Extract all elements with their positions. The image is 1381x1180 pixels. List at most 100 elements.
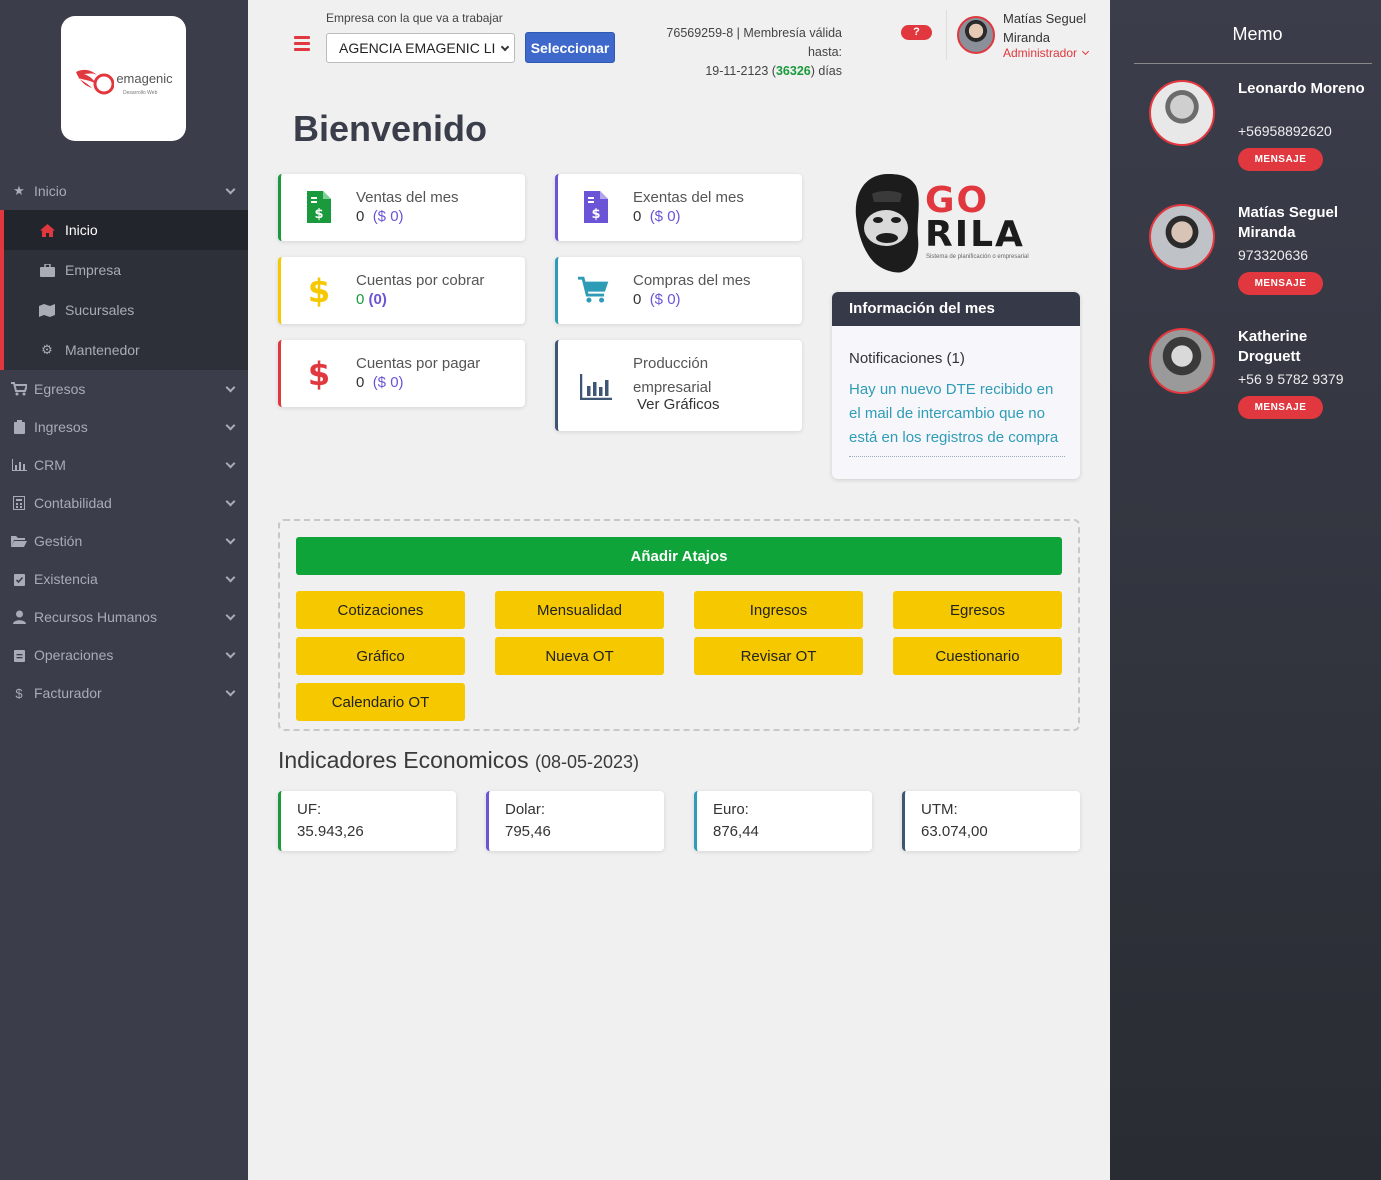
- shortcut-cotizaciones[interactable]: Cotizaciones: [296, 591, 465, 629]
- sidebar-subitem-inicio[interactable]: Inicio: [4, 210, 248, 250]
- top-header: Empresa con la que va a trabajar AGENCIA…: [248, 0, 1110, 90]
- sidebar-item-label: CRM: [34, 457, 66, 473]
- card-value: 0 (0): [356, 291, 387, 308]
- user-role: Administrador: [1003, 46, 1078, 60]
- sidebar-item-contabilidad[interactable]: Contabilidad: [0, 484, 248, 522]
- logo-subtitle: Desarrollo Web: [123, 90, 158, 96]
- card-count: 0: [356, 291, 365, 308]
- card-compras[interactable]: Compras del mes 0 ($ 0): [555, 257, 802, 324]
- shortcut-egresos[interactable]: Egresos: [893, 591, 1062, 629]
- view-charts-link[interactable]: Ver Gráficos: [637, 396, 720, 413]
- indicator-utm: UTM: 63.074,00: [902, 791, 1080, 851]
- shortcut-nueva-ot[interactable]: Nueva OT: [495, 637, 664, 675]
- card-title: Producción empresarial: [633, 355, 712, 396]
- card-amount: ($ 0): [649, 208, 681, 225]
- help-button[interactable]: ?: [901, 25, 932, 40]
- contact-card: Katherine Droguett +56 9 5782 9379 MENSA…: [1110, 328, 1381, 438]
- message-button[interactable]: MENSAJE: [1238, 396, 1323, 419]
- contact-phone: +56958892620: [1238, 123, 1332, 139]
- sidebar-item-operaciones[interactable]: Operaciones: [0, 636, 248, 674]
- contact-avatar[interactable]: [1149, 204, 1215, 270]
- card-produccion[interactable]: Producción empresarial Ver Gráficos: [555, 340, 802, 431]
- chevron-down-icon: [225, 458, 236, 469]
- menu-toggle-icon[interactable]: [294, 36, 310, 54]
- shortcut-grafico[interactable]: Gráfico: [296, 637, 465, 675]
- shortcut-cuestionario[interactable]: Cuestionario: [893, 637, 1062, 675]
- card-amount: ($ 0): [372, 374, 404, 391]
- invoice-icon: $: [580, 190, 612, 224]
- gorila-logo: GO RILA Sistema de planificación o empre…: [852, 172, 1062, 280]
- chevron-down-icon: [225, 610, 236, 621]
- contact-card: Matías Seguel Miranda 973320636 MENSAJE: [1110, 204, 1381, 314]
- contact-avatar[interactable]: [1149, 80, 1215, 146]
- card-amount: ($ 0): [649, 291, 681, 308]
- contact-avatar[interactable]: [1149, 328, 1215, 394]
- sidebar-item-recursos-humanos[interactable]: Recursos Humanos: [0, 598, 248, 636]
- add-shortcuts-button[interactable]: Añadir Atajos: [296, 537, 1062, 575]
- clipboard-check-icon: [10, 572, 28, 586]
- company-select-value: AGENCIA EMAGENIC LI: [339, 40, 496, 56]
- sidebar-item-facturador[interactable]: $ Facturador: [0, 674, 248, 712]
- card-value: 0 ($ 0): [633, 208, 681, 225]
- sidebar-subitem-empresa[interactable]: Empresa: [4, 250, 248, 290]
- sidebar-subitem-label: Empresa: [65, 262, 122, 278]
- sidebar-subitem-label: Mantenedor: [65, 342, 140, 358]
- cart-icon: [578, 273, 610, 307]
- sidebar-subitem-mantenedor[interactable]: ⚙ Mantenedor: [4, 330, 248, 370]
- sidebar-item-egresos[interactable]: Egresos: [0, 370, 248, 408]
- sidebar-item-label: Facturador: [34, 685, 102, 701]
- chevron-down-icon: [225, 534, 236, 545]
- indicators-date: (08-05-2023): [534, 752, 640, 772]
- svg-text:$: $: [591, 207, 600, 222]
- shortcut-mensualidad[interactable]: Mensualidad: [495, 591, 664, 629]
- card-title: Compras del mes: [633, 272, 751, 289]
- company-select[interactable]: AGENCIA EMAGENIC LI: [326, 33, 515, 63]
- sidebar: emagenic Desarrollo Web ★ Inicio Inicio …: [0, 0, 248, 1180]
- message-button[interactable]: MENSAJE: [1238, 272, 1323, 295]
- user-name[interactable]: Matías Seguel Miranda: [1003, 9, 1098, 47]
- sidebar-subitem-sucursales[interactable]: Sucursales: [4, 290, 248, 330]
- contact-name: Matías Seguel Miranda: [1238, 204, 1339, 241]
- user-avatar[interactable]: [957, 16, 995, 54]
- company-logo[interactable]: emagenic Desarrollo Web: [61, 16, 186, 141]
- card-exentas[interactable]: $ Exentas del mes 0 ($ 0): [555, 174, 802, 241]
- cart-icon: [10, 382, 28, 396]
- folder-icon: [10, 535, 28, 547]
- memo-divider: [1134, 63, 1372, 64]
- sidebar-item-ingresos[interactable]: Ingresos: [0, 408, 248, 446]
- sidebar-item-gestion[interactable]: Gestión: [0, 522, 248, 560]
- star-icon: ★: [13, 183, 25, 198]
- message-button[interactable]: MENSAJE: [1238, 148, 1323, 171]
- chevron-down-icon: [225, 648, 236, 659]
- card-ventas[interactable]: $ Ventas del mes 0 ($ 0): [278, 174, 525, 241]
- indicator-value: 795,46: [505, 823, 551, 840]
- indicator-label: UF:: [297, 801, 322, 818]
- contact-phone: 973320636: [1238, 247, 1309, 263]
- svg-text:$: $: [314, 207, 323, 222]
- shortcut-ingresos[interactable]: Ingresos: [694, 591, 863, 629]
- calculator-icon: [10, 496, 28, 510]
- notification-message[interactable]: Hay un nuevo DTE recibido en el mail de …: [849, 378, 1065, 457]
- contact-phone: +56 9 5782 9379: [1238, 371, 1344, 387]
- memo-title: Memo: [1232, 24, 1283, 44]
- shortcut-revisar-ot[interactable]: Revisar OT: [694, 637, 863, 675]
- indicator-uf: UF: 35.943,26: [278, 791, 456, 851]
- sidebar-item-crm[interactable]: CRM: [0, 446, 248, 484]
- sidebar-item-existencia[interactable]: Existencia: [0, 560, 248, 598]
- sidebar-item-inicio[interactable]: ★ Inicio: [0, 172, 248, 210]
- chevron-down-icon: [500, 42, 510, 52]
- indicator-label: Euro:: [713, 801, 749, 818]
- clipboard-list-icon: [10, 648, 28, 662]
- sidebar-subitem-label: Inicio: [65, 222, 98, 238]
- sidebar-item-label: Recursos Humanos: [34, 609, 157, 625]
- card-cuentas-cobrar[interactable]: $ Cuentas por cobrar 0 (0): [278, 257, 525, 324]
- card-cuentas-pagar[interactable]: $ Cuentas por pagar 0 ($ 0): [278, 340, 525, 407]
- shortcut-calendario-ot[interactable]: Calendario OT: [296, 683, 465, 721]
- user-role-dropdown[interactable]: Administrador: [1003, 46, 1090, 60]
- contact-name: Katherine Droguett: [1238, 328, 1308, 365]
- card-amount: ($ 0): [372, 208, 404, 225]
- chevron-down-icon: [225, 572, 236, 583]
- sidebar-subitem-label: Sucursales: [65, 302, 135, 318]
- home-icon: [38, 223, 56, 237]
- select-company-button[interactable]: Seleccionar: [525, 32, 615, 63]
